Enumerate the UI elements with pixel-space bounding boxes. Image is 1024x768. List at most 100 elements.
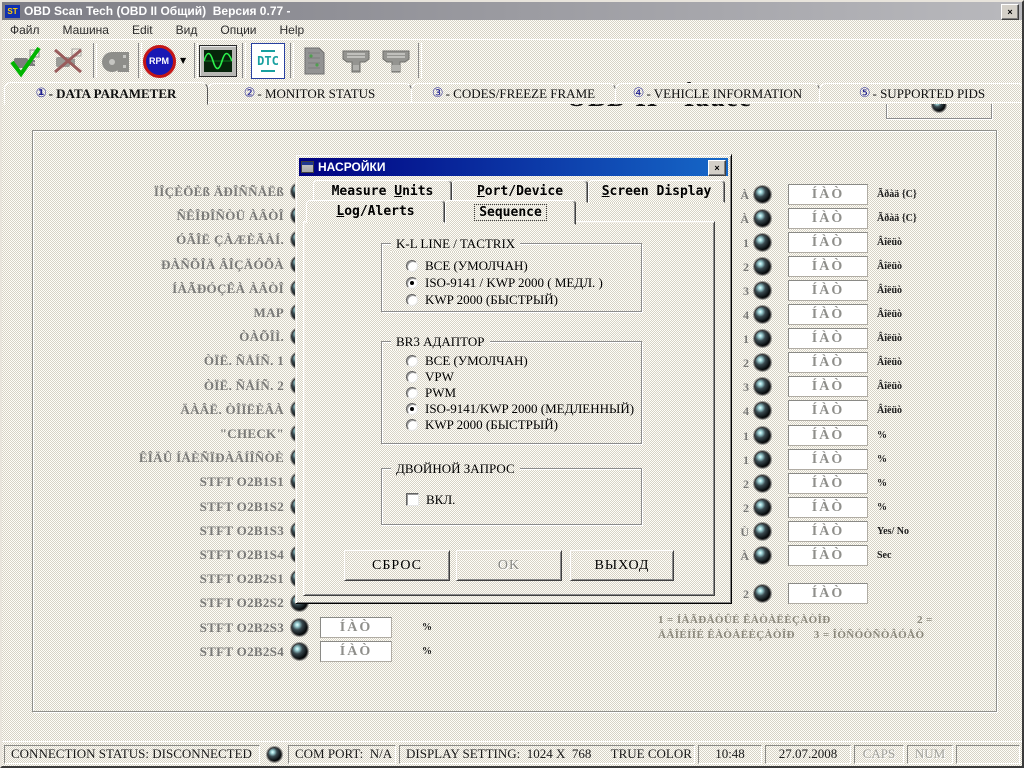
footnote: 1 = ÍÀÃÐÅÒÛÉ ÊÀÒÀËÈÇÀÒÎÐ 2 = ÄÂÎÉÍÎÉ ÊÀÒ… bbox=[658, 614, 998, 626]
ok-button[interactable]: OK bbox=[456, 550, 562, 581]
dialog-icon bbox=[301, 161, 314, 173]
com-port-status: COM PORT: N/A bbox=[288, 745, 396, 764]
tab-monitor-status[interactable]: ②- MONITOR STATUS bbox=[207, 83, 412, 104]
radio-kl-kwp2000-fast[interactable]: KWP 2000 (БЫСТРЫЙ) bbox=[406, 291, 641, 308]
parameter-label-tail: À bbox=[733, 208, 749, 230]
menu-bar: Файл Машина Edit Вид Опции Help bbox=[2, 20, 1022, 39]
parameter-led bbox=[754, 258, 771, 275]
app-window: OBD Scan Tech (OBD II Общий) Версия 0.77… bbox=[0, 0, 1024, 768]
parameter-value-box: ÍÀÒ bbox=[788, 473, 868, 494]
parameter-unit: % bbox=[877, 473, 887, 495]
radio-icon bbox=[406, 419, 418, 431]
exit-button[interactable]: ВЫХОД bbox=[570, 550, 674, 581]
footnote-line2: ÄÂÎÉÍÎÉ ÊÀÒÀËÈÇÀÒÎÐ 3 = ÎÒÑÓÒÑÒÂÓÅÒ bbox=[658, 629, 924, 641]
parameter-led bbox=[754, 306, 771, 323]
tab-codes-freeze-frame[interactable]: ③- CODES/FREEZE FRAME bbox=[411, 83, 616, 104]
menu-options[interactable]: Опции bbox=[220, 23, 256, 37]
parameter-unit: Âîëüò bbox=[877, 280, 902, 302]
settings-dialog: НАСРОЙКИ × Measure Units Port/Device Scr… bbox=[295, 154, 732, 604]
dialog-close-button[interactable]: × bbox=[708, 160, 726, 176]
parameter-unit: % bbox=[422, 641, 432, 663]
dialog-tab-screen-display[interactable]: Screen Display bbox=[588, 180, 725, 203]
radio-icon bbox=[406, 387, 418, 399]
rpm-dropdown-arrow[interactable]: ▼ bbox=[180, 56, 186, 65]
footnote-line1: 1 = ÍÀÃÐÅÒÛÉ ÊÀÒÀËÈÇÀÒÎÐ bbox=[658, 614, 831, 626]
window-close-button[interactable]: × bbox=[1001, 4, 1019, 20]
radio-icon bbox=[406, 371, 418, 383]
dialog-title: НАСРОЙКИ bbox=[318, 160, 385, 174]
tab-supported-pids[interactable]: ⑤- SUPPORTED PIDS bbox=[819, 83, 1024, 104]
obd-plug-a-button[interactable] bbox=[336, 42, 376, 80]
parameter-led bbox=[754, 210, 771, 227]
tab-vehicle-information[interactable]: ④- VEHICLE INFORMATION bbox=[615, 83, 820, 104]
tab-data-parameter[interactable]: ①- DATA PARAMETER bbox=[4, 82, 208, 105]
parameter-label-tail: À bbox=[733, 184, 749, 206]
parameter-value-box: ÍÀÒ bbox=[788, 352, 868, 373]
dialog-tab-log-alerts[interactable]: Log/Alerts bbox=[306, 200, 445, 223]
parameter-label-tail: 1 bbox=[733, 449, 749, 471]
checkbox-icon bbox=[406, 493, 419, 506]
disconnect-button[interactable] bbox=[48, 42, 88, 80]
connect-button[interactable] bbox=[6, 42, 46, 80]
parameter-value-box: ÍÀÒ bbox=[788, 521, 868, 542]
radio-br3-vpw[interactable]: VPW bbox=[406, 369, 641, 385]
checkbox-enable[interactable]: ВКЛ. bbox=[406, 491, 641, 508]
parameter-label-tail: 2 bbox=[733, 256, 749, 278]
oscilloscope-icon bbox=[199, 45, 237, 77]
parameter-led bbox=[754, 523, 771, 540]
parameter-unit: Ãðàä {C} bbox=[877, 184, 917, 206]
parameter-label-tail: 4 bbox=[733, 400, 749, 422]
num-indicator: NUM bbox=[907, 745, 953, 764]
parameter-value-box: ÍÀÒ bbox=[788, 425, 868, 446]
parameter-led bbox=[754, 427, 771, 444]
radio-kl-iso9141-kwp2000-slow[interactable]: ISO-9141 / KWP 2000 ( МЕДЛ. ) bbox=[406, 274, 641, 291]
radio-br3-kwp2000-fast[interactable]: KWP 2000 (БЫСТРЫЙ) bbox=[406, 417, 641, 433]
parameter-label-tail: 4 bbox=[733, 304, 749, 326]
rpm-button[interactable]: RPM bbox=[142, 42, 176, 80]
radio-kl-all[interactable]: ВСЕ (УМОЛЧАН) bbox=[406, 257, 641, 274]
parameter-label-tail: 2 bbox=[733, 473, 749, 495]
br3-adapter-group: BR3 АДАПТОР ВСЕ (УМОЛЧАН) VPW PWM ISO-91… bbox=[381, 341, 642, 444]
obd-plug-a-icon bbox=[338, 43, 374, 79]
parameter-led bbox=[754, 585, 771, 602]
parameter-label-tail: À bbox=[733, 545, 749, 567]
parameter-unit: Ãðàä {C} bbox=[877, 208, 917, 230]
radio-br3-pwm[interactable]: PWM bbox=[406, 385, 641, 401]
clock: 10:48 bbox=[698, 745, 762, 764]
parameter-label-tail: 1 bbox=[733, 328, 749, 350]
dialog-title-bar[interactable]: НАСРОЙКИ × bbox=[299, 158, 728, 176]
menu-edit[interactable]: Edit bbox=[132, 23, 153, 37]
parameter-label-tail: 3 bbox=[733, 376, 749, 398]
obd-plug-b-button[interactable] bbox=[376, 42, 416, 80]
parameter-led bbox=[754, 475, 771, 492]
rpm-icon: RPM bbox=[143, 45, 176, 78]
parameter-led bbox=[754, 282, 771, 299]
toolbar: RPM ▼ DTC bbox=[2, 39, 1022, 83]
group-title: ДВОЙНОЙ ЗАПРОС bbox=[391, 461, 520, 477]
dialog-tab-sequence[interactable]: Sequence bbox=[445, 200, 576, 225]
radio-icon bbox=[406, 277, 418, 289]
radio-br3-iso9141-kwp2000-slow[interactable]: ISO-9141/KWP 2000 (МЕДЛЕННЫЙ) bbox=[406, 401, 641, 417]
parameter-unit: Sec bbox=[877, 545, 891, 567]
menu-file[interactable]: Файл bbox=[10, 23, 40, 37]
memory-card-icon bbox=[297, 44, 331, 78]
parameter-led bbox=[754, 402, 771, 419]
status-spacer bbox=[956, 745, 1020, 764]
menu-view[interactable]: Вид bbox=[176, 23, 198, 37]
parameter-label-tail: 1 bbox=[733, 232, 749, 254]
kl-line-group: K-L LINE / TACTRIX ВСЕ (УМОЛЧАН) ISO-914… bbox=[381, 243, 642, 312]
oscilloscope-button[interactable] bbox=[198, 42, 238, 80]
reset-button[interactable]: СБРОС bbox=[344, 550, 450, 581]
radio-br3-all[interactable]: ВСЕ (УМОЛЧАН) bbox=[406, 353, 641, 369]
parameter-unit: Âîëüò bbox=[877, 376, 902, 398]
parameter-unit: Âîëüò bbox=[877, 304, 902, 326]
menu-help[interactable]: Help bbox=[279, 23, 304, 37]
parameter-value-box: ÍÀÒ bbox=[788, 583, 868, 604]
record-log-button[interactable] bbox=[97, 42, 137, 80]
footnote-line1-right: 2 = bbox=[917, 614, 933, 626]
parameter-label-tail: 2 bbox=[733, 352, 749, 374]
memory-card-button[interactable] bbox=[294, 42, 334, 80]
dtc-button[interactable]: DTC bbox=[248, 42, 288, 80]
menu-machine[interactable]: Машина bbox=[63, 23, 109, 37]
status-bar: CONNECTION STATUS: DISCONNECTED COM PORT… bbox=[2, 741, 1022, 766]
